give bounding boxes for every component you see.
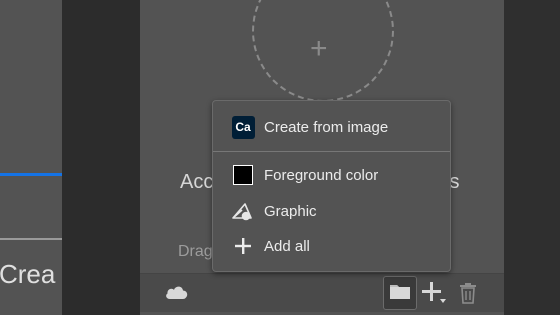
menu-item-add-all[interactable]: Add all: [213, 230, 450, 262]
menu-item-label: Create from image: [264, 118, 389, 136]
add-content-button[interactable]: [421, 280, 447, 306]
delete-button[interactable]: [458, 282, 478, 304]
panel-toolbar: [140, 273, 504, 312]
menu-item-create-from-image[interactable]: Ca Create from image: [213, 111, 450, 143]
plus-dropdown-icon: [421, 282, 447, 310]
trash-icon: [458, 283, 478, 308]
menu-item-label: Foreground color: [264, 166, 379, 184]
menu-item-foreground-color[interactable]: Foreground color: [213, 159, 450, 191]
folder-icon: [389, 282, 411, 305]
menu-item-label: Add all: [264, 237, 310, 255]
graphic-icon: [231, 199, 255, 223]
selection-indicator: [0, 173, 62, 176]
right-gutter: [504, 0, 560, 315]
ca-app-icon-label: Ca: [231, 115, 255, 139]
add-asset-plus-icon[interactable]: +: [310, 34, 328, 64]
panel-heading-left: Acc: [180, 171, 214, 193]
folder-button[interactable]: [383, 276, 417, 310]
canvas-gap: [62, 0, 140, 315]
divider: [0, 238, 62, 240]
plus-icon: [231, 234, 255, 258]
ca-app-icon: Ca: [231, 115, 255, 139]
cloud-icon[interactable]: [164, 283, 190, 306]
menu-divider: [213, 151, 450, 152]
add-content-menu: Ca Create from image Foreground color Gr…: [212, 100, 451, 272]
create-button-label[interactable]: Crea: [0, 259, 55, 290]
color-swatch-icon: [231, 163, 255, 187]
panel-hint-left: Drag: [178, 243, 213, 260]
menu-item-graphic[interactable]: Graphic: [213, 195, 450, 227]
left-panel: Crea: [0, 0, 62, 315]
menu-item-label: Graphic: [264, 202, 317, 220]
